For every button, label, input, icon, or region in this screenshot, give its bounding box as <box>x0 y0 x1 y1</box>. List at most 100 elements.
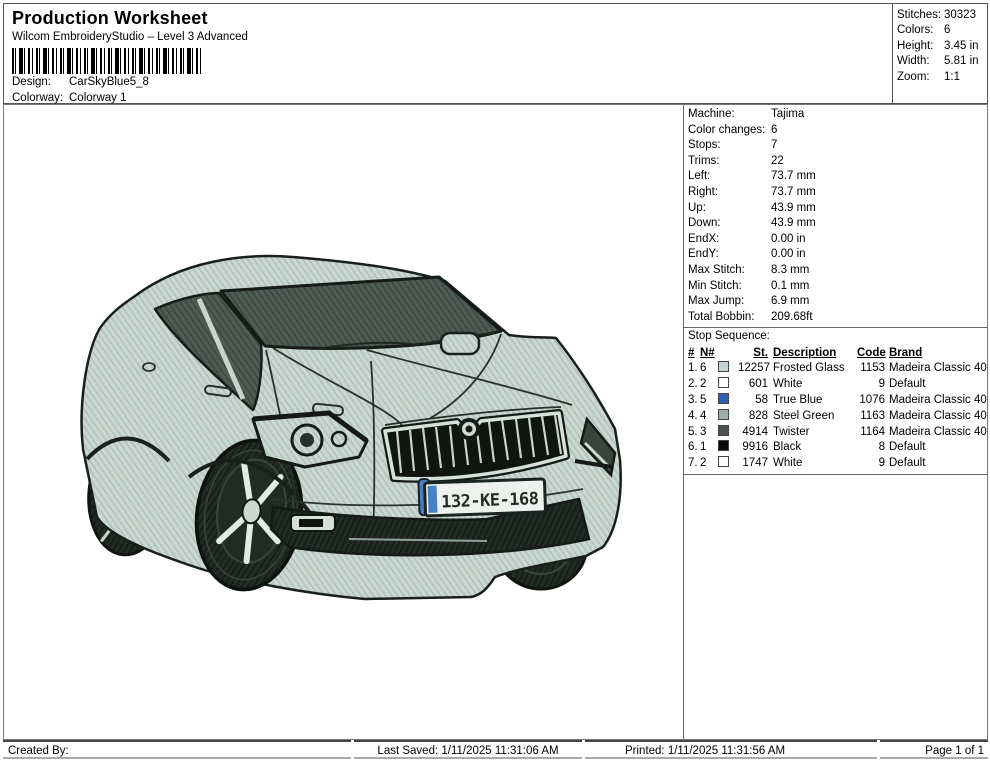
design-label: Design: <box>12 75 69 90</box>
machine-info-value: 43.9 mm <box>771 201 816 217</box>
row-code: 1164 <box>857 425 885 441</box>
col-brand: Brand <box>889 345 988 361</box>
row-brand: Default <box>889 377 988 393</box>
row-code: 1163 <box>857 409 885 425</box>
row-stitches: 9916 <box>738 440 768 456</box>
machine-info-label: Color changes: <box>688 123 771 139</box>
thread-color-swatch <box>718 377 729 388</box>
main-area: 132-KE-168 Machine: Tajima Color changes… <box>3 104 988 740</box>
row-code: 9 <box>857 377 885 393</box>
machine-info-label: Right: <box>688 185 771 201</box>
summary-label: Width: <box>897 54 944 69</box>
row-description: Twister <box>773 425 857 441</box>
row-code: 9 <box>857 456 885 472</box>
machine-info-label: Total Bobbin: <box>688 310 771 326</box>
summary-value: 1:1 <box>944 70 960 85</box>
production-worksheet-page: Production Worksheet Wilcom EmbroiderySt… <box>0 0 990 762</box>
col-num: # <box>688 345 700 361</box>
machine-info-value: 0.00 in <box>771 247 806 263</box>
row-brand: Madeira Classic 40 <box>889 393 988 409</box>
thread-color-swatch <box>718 393 729 404</box>
machine-info-row: Down: 43.9 mm <box>688 216 988 232</box>
row-code: 1153 <box>857 361 885 377</box>
row-needle: 2 <box>700 456 718 472</box>
stop-sequence-row: 2. 2 601 White 9 Default <box>688 377 988 393</box>
summary-label: Height: <box>897 39 944 54</box>
row-num: 3. <box>688 393 700 409</box>
row-code: 1076 <box>857 393 885 409</box>
machine-info-value: 0.1 mm <box>771 279 809 295</box>
row-description: White <box>773 456 857 472</box>
footer: Created By: Last Saved: 1/11/2025 11:31:… <box>3 740 988 759</box>
row-brand: Default <box>889 456 988 472</box>
summary-label: Zoom: <box>897 70 944 85</box>
app-subtitle: Wilcom EmbroideryStudio – Level 3 Advanc… <box>12 30 884 45</box>
created-by: Created By: <box>3 740 351 759</box>
row-stitches: 828 <box>738 409 768 425</box>
row-description: Steel Green <box>773 409 857 425</box>
row-num: 7. <box>688 456 700 472</box>
design-preview: 132-KE-168 <box>4 105 683 739</box>
row-stitches: 4914 <box>738 425 768 441</box>
thread-color-swatch <box>718 361 729 372</box>
row-num: 5. <box>688 425 700 441</box>
col-needle: N# <box>700 345 718 361</box>
machine-info-label: Down: <box>688 216 771 232</box>
stop-sequence-rows: 1. 6 12257 Frosted Glass 1153 Madeira Cl… <box>688 361 988 472</box>
machine-info-value: 8.3 mm <box>771 263 809 279</box>
design-summary-box: Stitches: 30323 Colors: 6 Height: 3.45 i… <box>892 3 988 104</box>
machine-info-row: Min Stitch: 0.1 mm <box>688 279 988 295</box>
page-number: Page 1 of 1 <box>880 740 988 759</box>
row-needle: 6 <box>700 361 718 377</box>
summary-row: Height: 3.45 in <box>897 39 983 54</box>
machine-info-value: 22 <box>771 154 784 170</box>
car-embroidery-image: 132-KE-168 <box>67 247 627 607</box>
machine-info-label: Left: <box>688 169 771 185</box>
summary-value: 6 <box>944 23 950 38</box>
row-needle: 2 <box>700 377 718 393</box>
row-brand: Madeira Classic 40 <box>889 409 988 425</box>
row-description: True Blue <box>773 393 857 409</box>
summary-value: 5.81 in <box>944 54 979 69</box>
row-code: 8 <box>857 440 885 456</box>
row-brand: Madeira Classic 40 <box>889 425 988 441</box>
machine-info-label: Max Stitch: <box>688 263 771 279</box>
row-brand: Madeira Classic 40 <box>889 361 988 377</box>
machine-info-label: Up: <box>688 201 771 217</box>
row-description: Frosted Glass <box>773 361 857 377</box>
machine-info-label: Min Stitch: <box>688 279 771 295</box>
stop-sequence-row: 7. 2 1747 White 9 Default <box>688 456 988 472</box>
col-description: Description <box>773 345 857 361</box>
stop-sequence-header: # N# St. Description Code Brand <box>688 345 988 361</box>
machine-info-row: EndX: 0.00 in <box>688 232 988 248</box>
stop-sequence-table: # N# St. Description Code Brand 1. 6 <box>684 345 988 475</box>
summary-value: 3.45 in <box>944 39 979 54</box>
stop-sequence-row: 4. 4 828 Steel Green 1163 Madeira Classi… <box>688 409 988 425</box>
machine-info-row: Machine: Tajima <box>688 107 988 123</box>
header: Production Worksheet Wilcom EmbroiderySt… <box>3 3 893 104</box>
summary-row: Colors: 6 <box>897 23 983 38</box>
machine-info-row: Max Jump: 6.9 mm <box>688 294 988 310</box>
colorway-value: Colorway 1 <box>69 92 127 104</box>
summary-row: Stitches: 30323 <box>897 8 983 23</box>
machine-info-row: Left: 73.7 mm <box>688 169 988 185</box>
brand-badge-icon <box>460 420 478 438</box>
row-stitches: 12257 <box>738 361 768 377</box>
row-brand: Default <box>889 440 988 456</box>
row-stitches: 601 <box>738 377 768 393</box>
machine-info-label: EndY: <box>688 247 771 263</box>
row-needle: 3 <box>700 425 718 441</box>
row-num: 1. <box>688 361 700 377</box>
summary-label: Colors: <box>897 23 944 38</box>
stop-sequence-row: 6. 1 9916 Black 8 Default <box>688 440 988 456</box>
row-needle: 1 <box>700 440 718 456</box>
stop-sequence-row: 3. 5 58 True Blue 1076 Madeira Classic 4… <box>688 393 988 409</box>
row-needle: 5 <box>700 393 718 409</box>
machine-info-label: EndX: <box>688 232 771 248</box>
stop-sequence-heading: Stop Sequence: <box>684 327 988 344</box>
machine-info-list: Machine: Tajima Color changes: 6 Stops: … <box>684 105 988 325</box>
machine-info-row: Max Stitch: 8.3 mm <box>688 263 988 279</box>
machine-info-value: 6 <box>771 123 777 139</box>
machine-info-value: 7 <box>771 138 777 154</box>
printed: Printed: 1/11/2025 11:31:56 AM <box>585 740 877 759</box>
